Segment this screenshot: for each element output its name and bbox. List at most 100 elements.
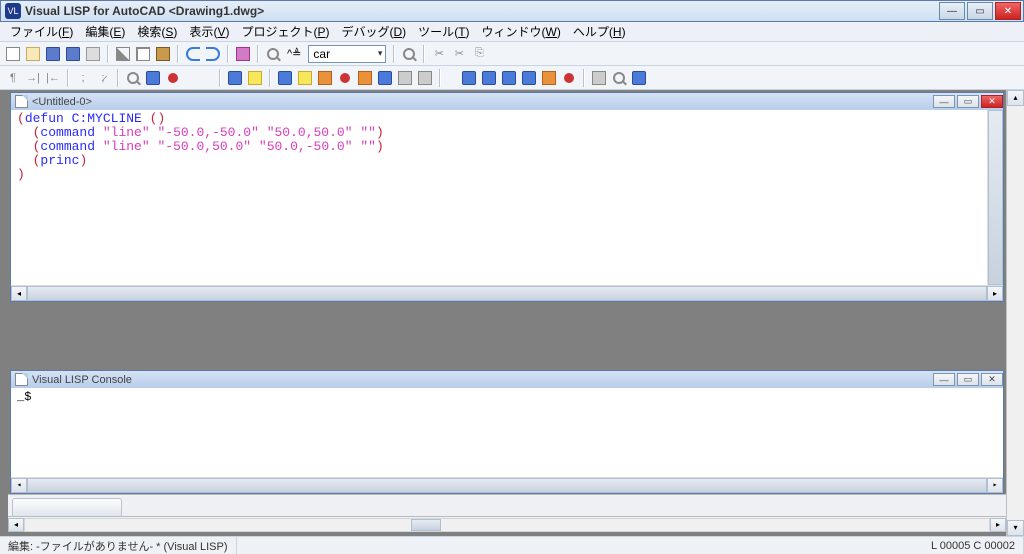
separator [583, 69, 585, 87]
editor-hscroll[interactable]: ◂ ▸ [11, 285, 1003, 301]
workspace-hscroll[interactable]: ◂ ▸ [8, 516, 1006, 532]
check-select-button[interactable] [336, 69, 354, 87]
menu-edit[interactable]: 編集(E) [79, 21, 131, 42]
scroll-thumb[interactable] [411, 519, 441, 531]
add-watch-button[interactable] [610, 69, 628, 87]
scroll-left-icon[interactable]: ◂ [8, 518, 24, 532]
save-all-button[interactable] [64, 45, 82, 63]
console-body[interactable]: _$ ◂ ▸ [11, 388, 1003, 493]
load-selection2-button[interactable] [296, 69, 314, 87]
separator [269, 69, 271, 87]
redo-button[interactable] [204, 45, 222, 63]
maximize-button[interactable]: ▭ [967, 2, 993, 20]
last-break-icon [632, 71, 646, 85]
console-close-button[interactable]: ✕ [981, 373, 1003, 386]
print-icon [86, 47, 100, 61]
menu-help[interactable]: ヘルプ(H) [567, 21, 632, 42]
acad-icon [228, 71, 242, 85]
new-button[interactable] [4, 45, 22, 63]
format-button: ¶ [4, 69, 22, 87]
binoculars-button[interactable] [400, 45, 418, 63]
scroll-left-icon[interactable]: ◂ [11, 286, 27, 301]
editor-maximize-button[interactable]: ▭ [957, 95, 979, 108]
scroll-right-icon[interactable]: ▸ [987, 286, 1003, 301]
menu-window[interactable]: ウィンドウ(W) [476, 21, 567, 42]
copy-icon [136, 47, 150, 61]
menu-project[interactable]: プロジェクト(P) [235, 21, 335, 42]
scroll-right-icon[interactable]: ▸ [987, 478, 1003, 493]
minimize-button[interactable]: — [939, 2, 965, 20]
reset-button[interactable] [540, 69, 558, 87]
scroll-up-icon[interactable]: ▴ [1007, 90, 1024, 106]
comment-block-button[interactable] [396, 69, 414, 87]
separator [117, 69, 119, 87]
uncomment-block-button[interactable] [416, 69, 434, 87]
console-titlebar[interactable]: Visual LISP Console — ▭ ✕ [11, 371, 1003, 388]
menu-debug[interactable]: デバッグ(D) [335, 21, 412, 42]
complete-word-button[interactable] [234, 45, 252, 63]
print-button[interactable] [84, 45, 102, 63]
bottom-tab-strip [8, 494, 1006, 516]
editor-vscroll[interactable] [987, 110, 1003, 285]
step-over-button[interactable] [480, 69, 498, 87]
format-edit-button[interactable] [356, 69, 374, 87]
menu-tools[interactable]: ツール(T) [412, 21, 475, 42]
editor-window: <Untitled-0> — ▭ ✕ (defun C:MYCLINE () (… [10, 92, 1004, 302]
check-edit-icon [318, 71, 332, 85]
quit-button[interactable] [560, 69, 578, 87]
load-active-button[interactable] [276, 69, 294, 87]
select-window-button[interactable] [246, 69, 264, 87]
console-hscroll[interactable]: ◂ ▸ [11, 477, 1003, 493]
continue-button[interactable] [520, 69, 538, 87]
editor-title: <Untitled-0> [32, 96, 92, 108]
console-minimize-button[interactable]: — [933, 373, 955, 386]
menu-file[interactable]: ファイル(F) [4, 21, 79, 42]
scroll-down-icon[interactable]: ▾ [1007, 520, 1024, 536]
editor-body[interactable]: (defun C:MYCLINE () (command "line" "-50… [11, 110, 1003, 301]
separator [393, 45, 395, 63]
save-button[interactable] [44, 45, 62, 63]
paste-button[interactable] [154, 45, 172, 63]
indent-button: →| [24, 69, 42, 87]
load-selection-button[interactable] [124, 69, 142, 87]
fmt-icon [358, 71, 372, 85]
inspect-button[interactable] [164, 69, 182, 87]
editor-titlebar[interactable]: <Untitled-0> — ▭ ✕ [11, 93, 1003, 110]
find-button[interactable] [264, 45, 282, 63]
open-button[interactable] [24, 45, 42, 63]
step-out-button[interactable] [500, 69, 518, 87]
last-break-button[interactable] [630, 69, 648, 87]
check-icon [146, 71, 160, 85]
menu-view[interactable]: 表示(V) [183, 21, 235, 42]
format-select-button[interactable] [376, 69, 394, 87]
menu-search[interactable]: 検索(S) [131, 21, 183, 42]
console-window: Visual LISP Console — ▭ ✕ _$ ◂ ▸ [10, 370, 1004, 494]
separator [439, 69, 441, 87]
console-title: Visual LISP Console [32, 374, 132, 386]
code-area[interactable]: (defun C:MYCLINE () (command "line" "-50… [11, 110, 1003, 184]
toggle-breakpoint-button[interactable] [590, 69, 608, 87]
editor-minimize-button[interactable]: — [933, 95, 955, 108]
scroll-right-icon[interactable]: ▸ [990, 518, 1006, 532]
step-into-button[interactable] [460, 69, 478, 87]
console-maximize-button[interactable]: ▭ [957, 373, 979, 386]
status-edit-label: 編集: -ファイルがありません- * (Visual LISP) [0, 537, 237, 554]
check-edit-button[interactable] [316, 69, 334, 87]
find-string-button[interactable]: ^≜ [284, 45, 304, 63]
separator [219, 69, 221, 87]
copy-button[interactable] [134, 45, 152, 63]
load-active-icon [278, 71, 292, 85]
editor-close-button[interactable]: ✕ [981, 95, 1003, 108]
close-button[interactable]: ✕ [995, 2, 1021, 20]
activate-acad-button[interactable] [226, 69, 244, 87]
cut-button[interactable] [114, 45, 132, 63]
step-out-icon [502, 71, 516, 85]
bottom-tab[interactable] [12, 498, 122, 516]
workspace-vscroll[interactable]: ▴ ▾ [1006, 90, 1024, 536]
window-controls: — ▭ ✕ [937, 2, 1021, 20]
main-area: <Untitled-0> — ▭ ✕ (defun C:MYCLINE () (… [8, 90, 1006, 536]
undo-button[interactable] [184, 45, 202, 63]
check-syntax-button[interactable] [144, 69, 162, 87]
find-combo[interactable]: car [308, 45, 386, 63]
scroll-left-icon[interactable]: ◂ [11, 478, 27, 493]
